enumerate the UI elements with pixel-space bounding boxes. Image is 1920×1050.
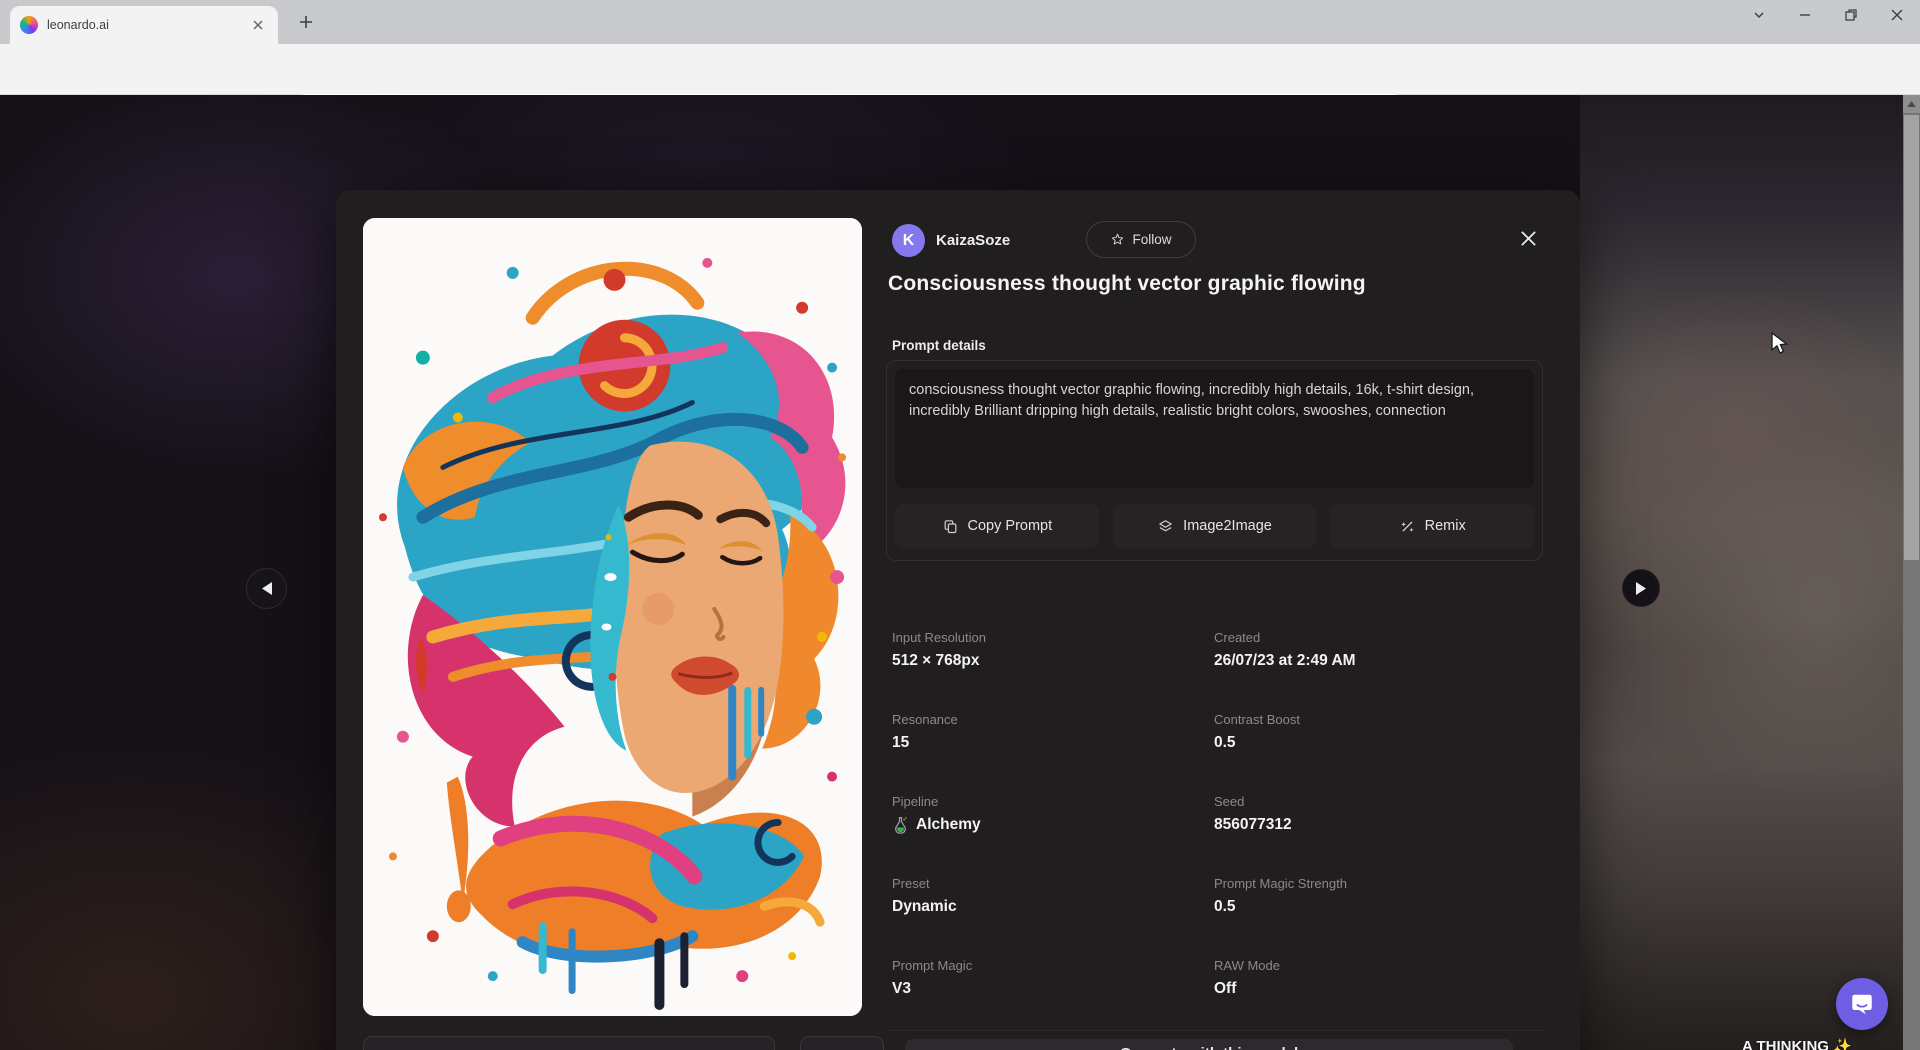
previous-image-button[interactable] [246, 568, 287, 609]
tab-close-icon[interactable] [248, 15, 268, 35]
next-image-button[interactable] [1622, 569, 1660, 607]
image2image-label: Image2Image [1183, 518, 1272, 534]
detail-resonance: Resonance 15 [892, 712, 1214, 752]
browser-tab[interactable]: leonardo.ai [10, 6, 278, 44]
image-toolbar-button-partial[interactable] [800, 1036, 884, 1050]
modal-footer: Generate with this model [886, 1030, 1543, 1050]
prompt-details-heading: Prompt details [892, 338, 986, 353]
window-close-button[interactable] [1874, 0, 1920, 30]
new-tab-button[interactable] [292, 8, 320, 36]
star-icon [1110, 232, 1125, 247]
support-chat-button[interactable] [1836, 978, 1888, 1030]
artwork-illustration [363, 218, 862, 1016]
image-toolbar-partial[interactable] [363, 1036, 775, 1050]
scrollbar-up-arrow-icon[interactable] [1903, 95, 1920, 113]
generated-image[interactable] [363, 218, 862, 1016]
detail-input-resolution: Input Resolution 512 × 768px [892, 630, 1214, 670]
generate-with-model-button[interactable]: Generate with this model [905, 1039, 1513, 1050]
scrollbar-thumb[interactable] [1904, 115, 1919, 560]
detail-prompt-magic: Prompt Magic V3 [892, 958, 1214, 998]
follow-button[interactable]: Follow [1086, 221, 1196, 258]
browser-tab-strip: leonardo.ai [0, 0, 1920, 44]
author-avatar[interactable]: K [892, 224, 925, 257]
copy-prompt-button[interactable]: Copy Prompt [895, 504, 1099, 548]
image-detail-modal: K KaizaSoze Follow Consciousness thought… [336, 190, 1580, 1050]
browser-toolbar: app.leonardo.ai VPN [0, 44, 1920, 95]
tab-title: leonardo.ai [47, 18, 239, 32]
modal-close-icon[interactable] [1514, 224, 1542, 252]
video-watermark: A THINKING ✨ [1742, 1037, 1852, 1050]
prompt-card: consciousness thought vector graphic flo… [886, 360, 1543, 561]
avatar-initial: K [903, 232, 915, 250]
remix-label: Remix [1425, 518, 1466, 534]
chat-bubble-icon [1849, 991, 1875, 1017]
prompt-actions: Copy Prompt Image2Image Remix [895, 504, 1534, 548]
window-controls [1736, 0, 1920, 30]
detail-seed: Seed 856077312 [1214, 794, 1532, 834]
image2image-button[interactable]: Image2Image [1113, 504, 1317, 548]
window-restore-button[interactable] [1828, 0, 1874, 30]
remix-button[interactable]: Remix [1330, 504, 1534, 548]
remix-wand-icon [1399, 518, 1416, 535]
copy-icon [942, 518, 959, 535]
copy-prompt-label: Copy Prompt [968, 518, 1053, 534]
page-scrollbar[interactable] [1903, 95, 1920, 1050]
detail-pipeline: Pipeline Alchemy [892, 794, 1214, 834]
generation-details: Input Resolution 512 × 768px Created 26/… [892, 630, 1532, 998]
layers-icon [1157, 518, 1174, 535]
detail-contrast-boost: Contrast Boost 0.5 [1214, 712, 1532, 752]
detail-created: Created 26/07/23 at 2:49 AM [1214, 630, 1532, 670]
follow-label: Follow [1132, 232, 1171, 247]
author-name[interactable]: KaizaSoze [936, 232, 1010, 249]
image-title: Consciousness thought vector graphic flo… [888, 272, 1366, 296]
detail-prompt-magic-strength: Prompt Magic Strength 0.5 [1214, 876, 1532, 916]
window-minimize-button[interactable] [1782, 0, 1828, 30]
leonardo-favicon-icon [20, 16, 38, 34]
detail-preset: Preset Dynamic [892, 876, 1214, 916]
tab-search-chevron-icon[interactable] [1736, 0, 1782, 30]
potion-flask-icon [892, 816, 909, 834]
prompt-text: consciousness thought vector graphic flo… [895, 369, 1534, 488]
detail-raw-mode: RAW Mode Off [1214, 958, 1532, 998]
